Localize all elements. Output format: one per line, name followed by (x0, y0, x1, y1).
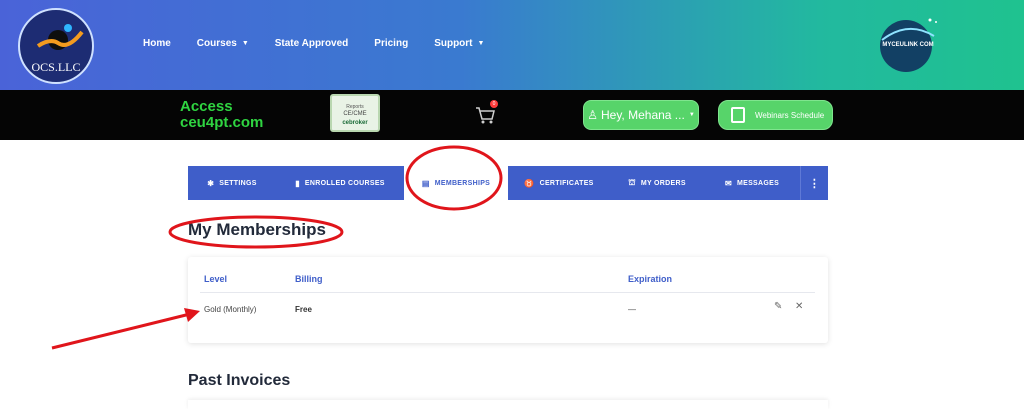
envelope-icon: ✉ (724, 178, 732, 188)
page-title: My Memberships (188, 220, 326, 239)
vertical-dots-icon: ⋮ (808, 177, 821, 190)
award-icon: ♉ (524, 178, 535, 188)
tab-label: MY ORDERS (640, 179, 686, 187)
badge-line1: Reports (346, 104, 364, 110)
webinars-label: Webinars Schedule (755, 110, 825, 120)
tab-label: ENROLLED COURSES (304, 179, 385, 187)
cell-billing: Free (295, 305, 312, 314)
ocs-logo[interactable]: OCS.LLC (18, 8, 94, 84)
nav-label: State Approved (274, 38, 349, 49)
nav-home[interactable]: Home (143, 38, 171, 49)
column-header-expiration: Expiration (628, 274, 673, 284)
id-card-icon: ▤ (421, 178, 430, 188)
partner-logo-text: MYCEULINK COM (882, 42, 934, 48)
webinars-schedule-button[interactable]: Webinars Schedule (718, 100, 833, 130)
column-header-level: Level (204, 274, 228, 284)
annotation-arrow-line (51, 312, 191, 350)
site-header: OCS.LLC Home Courses ▼ State Approved Pri… (0, 0, 1024, 90)
tab-messages[interactable]: ✉ MESSAGES (704, 166, 800, 200)
cart-count-badge: 0 (490, 100, 498, 108)
access-line2: ceu4pt.com (180, 114, 264, 131)
tab-label: MEMBERSHIPS (434, 179, 491, 187)
tab-label: SETTINGS (219, 179, 257, 187)
basket-icon: ⛫ (628, 178, 636, 187)
tab-memberships[interactable]: ▤ MEMBERSHIPS (404, 166, 508, 200)
close-icon[interactable]: ✕ (795, 301, 803, 312)
user-menu-button[interactable]: ♙ Hey, Mehana ... ▼ (583, 100, 699, 130)
invoices-card (188, 400, 828, 409)
cell-level: Gold (Monthly) (204, 305, 257, 314)
tab-settings[interactable]: ✱ SETTINGS (188, 166, 276, 200)
cebroker-badge: Reports CE/CME cebroker (330, 94, 380, 132)
chevron-down-icon: ▼ (688, 112, 695, 118)
gear-icon: ✱ (207, 178, 215, 188)
book-icon: ▮ (295, 178, 300, 188)
badge-line3: cebroker (342, 120, 368, 126)
tab-label: CERTIFICATES (539, 179, 594, 187)
nav-courses[interactable]: Courses ▼ (197, 38, 249, 49)
edit-icon[interactable]: ✎ (774, 301, 782, 312)
access-link[interactable]: Access ceu4pt.com (180, 99, 263, 131)
logo-text: OCS.LLC (31, 60, 81, 74)
nav-label: Pricing (374, 38, 409, 49)
cell-expiration: — (628, 305, 636, 314)
more-tabs-button[interactable]: ⋮ (800, 166, 828, 200)
memberships-table-card (188, 257, 828, 343)
table-divider (200, 292, 815, 293)
column-header-billing: Billing (295, 274, 323, 284)
nav-pricing[interactable]: Pricing (374, 38, 408, 49)
tab-my-orders[interactable]: ⛫ MY ORDERS (610, 166, 704, 200)
user-menu-label: Hey, Mehana ... (600, 108, 685, 122)
chevron-down-icon: ▼ (241, 40, 249, 47)
tablet-icon (731, 107, 745, 123)
top-action-bar: Access ceu4pt.com Reports CE/CME cebroke… (0, 90, 1024, 140)
tab-certificates[interactable]: ♉ CERTIFICATES (508, 166, 610, 200)
past-invoices-title: Past Invoices (188, 372, 291, 389)
myceulink-logo[interactable]: MYCEULINK COM (868, 14, 948, 76)
tab-label: MESSAGES (736, 179, 780, 187)
access-line1: Access (180, 98, 233, 115)
tab-enrolled-courses[interactable]: ▮ ENROLLED COURSES (276, 166, 404, 200)
nav-label: Courses (196, 38, 237, 49)
badge-line2: CE/CME (343, 111, 367, 117)
nav-label: Home (143, 38, 171, 49)
account-tabs: ✱ SETTINGS ▮ ENROLLED COURSES ▤ MEMBERSHIPS… (188, 166, 828, 200)
chevron-down-icon: ▼ (477, 40, 485, 47)
nav-state-approved[interactable]: State Approved (275, 38, 349, 49)
nav-label: Support (434, 38, 473, 49)
user-icon: ♙ (587, 108, 598, 122)
main-nav: Home Courses ▼ State Approved Pricing Sup… (143, 38, 510, 49)
nav-support[interactable]: Support ▼ (434, 38, 484, 49)
